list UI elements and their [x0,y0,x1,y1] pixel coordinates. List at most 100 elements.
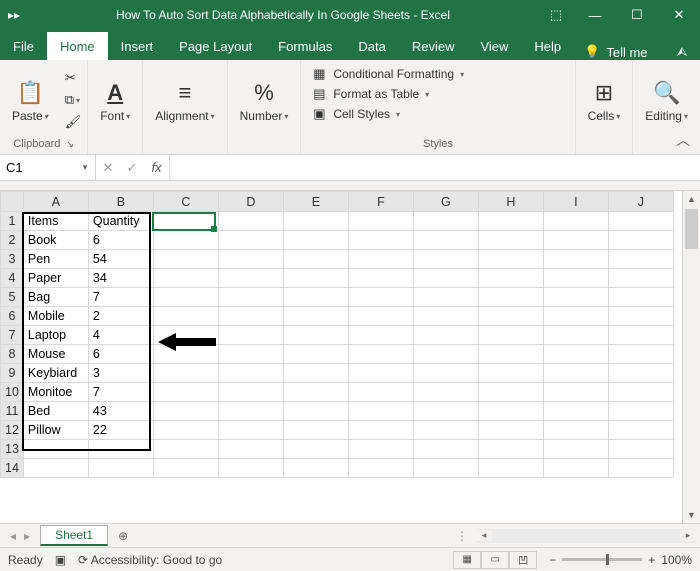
cell-I14[interactable] [543,459,608,478]
cell-F7[interactable] [348,326,413,345]
cell-B10[interactable]: 7 [88,383,153,402]
editing-dropdown[interactable]: 🔍 Editing▾ [639,75,694,125]
font-dropdown[interactable]: A Font▾ [94,75,136,125]
cell-I2[interactable] [543,231,608,250]
cell-A6[interactable]: Mobile [23,307,88,326]
cell-E11[interactable] [283,402,348,421]
column-header-C[interactable]: C [153,192,218,212]
cell-I6[interactable] [543,307,608,326]
cell-C1[interactable] [153,212,218,231]
cell-C14[interactable] [153,459,218,478]
cell-B3[interactable]: 54 [88,250,153,269]
cell-C7[interactable] [153,326,218,345]
cell-D6[interactable] [218,307,283,326]
cell-J3[interactable] [608,250,673,269]
vertical-scrollbar[interactable]: ▲ ▼ [682,191,700,523]
cell-C11[interactable] [153,402,218,421]
cell-H5[interactable] [478,288,543,307]
cell-E10[interactable] [283,383,348,402]
alignment-dropdown[interactable]: ≡ Alignment▾ [149,75,220,125]
sheet-nav-next-icon[interactable]: ▸ [24,529,30,543]
cell-F4[interactable] [348,269,413,288]
cell-A8[interactable]: Mouse [23,345,88,364]
cell-F9[interactable] [348,364,413,383]
row-header-11[interactable]: 11 [1,402,24,421]
cell-A1[interactable]: Items [23,212,88,231]
cell-F1[interactable] [348,212,413,231]
column-header-A[interactable]: A [23,192,88,212]
cell-H11[interactable] [478,402,543,421]
cell-B9[interactable]: 3 [88,364,153,383]
cell-J7[interactable] [608,326,673,345]
accessibility-button[interactable]: ⟳ Accessibility: Good to go [78,553,222,567]
spreadsheet-grid[interactable]: ABCDEFGHIJ1ItemsQuantity2Book63Pen544Pap… [0,191,700,523]
cell-G13[interactable] [413,440,478,459]
name-box[interactable]: C1 ▼ [0,155,96,180]
cell-G11[interactable] [413,402,478,421]
cell-C13[interactable] [153,440,218,459]
close-button[interactable]: ✕ [658,0,700,30]
cell-G5[interactable] [413,288,478,307]
tab-page-layout[interactable]: Page Layout [166,32,265,60]
formula-cancel-icon[interactable]: ✕ [96,160,120,176]
cell-B11[interactable]: 43 [88,402,153,421]
column-header-H[interactable]: H [478,192,543,212]
cell-D9[interactable] [218,364,283,383]
tab-formulas[interactable]: Formulas [265,32,345,60]
cell-F14[interactable] [348,459,413,478]
formula-enter-icon[interactable]: ✓ [120,160,144,176]
cell-C5[interactable] [153,288,218,307]
macro-record-icon[interactable]: ▣ [55,553,66,567]
cell-I13[interactable] [543,440,608,459]
cell-D1[interactable] [218,212,283,231]
cell-B14[interactable] [88,459,153,478]
column-header-G[interactable]: G [413,192,478,212]
zoom-out-button[interactable]: − [549,553,556,567]
select-all-cell[interactable] [1,192,24,212]
zoom-slider[interactable] [562,558,642,561]
row-header-10[interactable]: 10 [1,383,24,402]
cell-E9[interactable] [283,364,348,383]
cell-I7[interactable] [543,326,608,345]
cells-dropdown[interactable]: ⊞ Cells▾ [582,75,627,125]
view-page-break-button[interactable]: 凹 [509,551,537,569]
column-header-F[interactable]: F [348,192,413,212]
cell-B13[interactable] [88,440,153,459]
cell-G7[interactable] [413,326,478,345]
vertical-scroll-thumb[interactable] [685,209,698,249]
scroll-left-icon[interactable]: ◂ [476,530,492,541]
cell-A10[interactable]: Monitoe [23,383,88,402]
cell-A12[interactable]: Pillow [23,421,88,440]
cell-G1[interactable] [413,212,478,231]
horizontal-scrollbar[interactable]: ◂ ▸ [476,529,696,543]
cell-E1[interactable] [283,212,348,231]
cell-J4[interactable] [608,269,673,288]
cell-H9[interactable] [478,364,543,383]
cell-A7[interactable]: Laptop [23,326,88,345]
cell-B8[interactable]: 6 [88,345,153,364]
cell-F3[interactable] [348,250,413,269]
cell-H1[interactable] [478,212,543,231]
cell-G9[interactable] [413,364,478,383]
share-icon[interactable]: ⮙ [664,44,700,60]
cell-F12[interactable] [348,421,413,440]
column-header-B[interactable]: B [88,192,153,212]
fx-icon[interactable]: fx [144,155,170,180]
cell-D4[interactable] [218,269,283,288]
cell-C12[interactable] [153,421,218,440]
tab-help[interactable]: Help [521,32,574,60]
minimize-button[interactable]: ― [574,0,616,30]
new-sheet-button[interactable]: ⊕ [108,529,138,543]
cell-F5[interactable] [348,288,413,307]
row-header-13[interactable]: 13 [1,440,24,459]
format-painter-button[interactable]: 🖌 [65,112,82,132]
cell-A3[interactable]: Pen [23,250,88,269]
conditional-formatting-button[interactable]: ▦Conditional Formatting ▾ [311,66,464,82]
sheet-nav-prev-icon[interactable]: ◂ [10,529,16,543]
tab-insert[interactable]: Insert [108,32,167,60]
cell-D7[interactable] [218,326,283,345]
tab-view[interactable]: View [467,32,521,60]
tab-home[interactable]: Home [47,32,108,60]
cell-A5[interactable]: Bag [23,288,88,307]
row-header-9[interactable]: 9 [1,364,24,383]
